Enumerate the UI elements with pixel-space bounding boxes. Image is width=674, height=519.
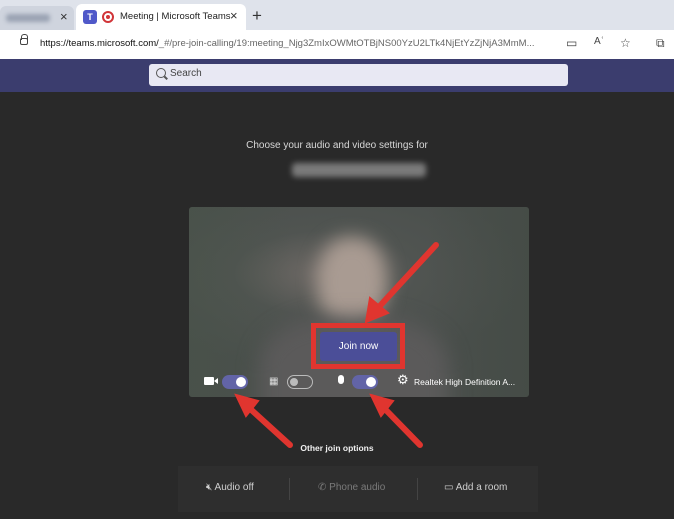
join-now-button[interactable]: Join now	[320, 332, 397, 361]
background-blur-icon: ▦	[269, 376, 279, 387]
audio-off-label: Audio off	[214, 482, 254, 493]
tab-close-icon[interactable]: ×	[60, 9, 68, 24]
collections-icon[interactable]: ⧉	[656, 36, 665, 51]
device-settings-label[interactable]: Realtek High Definition A...	[414, 377, 515, 387]
browser-tab-previous[interactable]: ×	[0, 6, 74, 30]
search-icon	[156, 68, 166, 78]
add-room-option[interactable]: ▭ Add a room	[444, 482, 507, 493]
phone-icon: ✆	[318, 482, 327, 493]
other-join-options-heading: Other join options	[300, 443, 374, 453]
camera-toggle[interactable]	[222, 375, 248, 389]
meeting-name-redacted	[292, 163, 426, 177]
device-settings-gear-icon[interactable]: ⚙	[397, 372, 409, 388]
teams-logo-icon: T	[83, 10, 97, 24]
camera-icon[interactable]: ▭	[566, 36, 577, 50]
add-room-label: Add a room	[455, 482, 508, 493]
room-icon: ▭	[444, 482, 454, 493]
tab-title: Meeting | Microsoft Teams	[120, 11, 231, 22]
url-path: _#/pre-join-calling/19:meeting_Njg3ZmIxO…	[158, 38, 535, 49]
options-divider	[417, 478, 418, 500]
address-bar[interactable]: https://teams.microsoft.com/_#/pre-join-…	[0, 30, 674, 60]
url-text[interactable]: https://teams.microsoft.com/_#/pre-join-…	[40, 38, 560, 49]
url-host: https://teams.microsoft.com/	[40, 38, 159, 49]
speaker-off-icon: 🔇︎	[206, 482, 213, 493]
options-divider	[289, 478, 290, 500]
camera-icon	[204, 377, 218, 385]
prejoin-heading: Choose your audio and video settings for	[246, 140, 428, 151]
tab-title-blurred	[6, 14, 50, 22]
phone-audio-option[interactable]: ✆ Phone audio	[318, 482, 385, 493]
video-person-head	[317, 237, 387, 327]
recording-icon	[102, 11, 114, 23]
read-aloud-icon[interactable]: Aʿ	[594, 36, 604, 47]
browser-tab-active[interactable]: T Meeting | Microsoft Teams ×	[76, 4, 246, 30]
lock-icon[interactable]	[20, 34, 28, 45]
phone-audio-label: Phone audio	[329, 482, 386, 493]
search-input[interactable]: Search	[149, 64, 568, 86]
new-tab-button[interactable]: +	[252, 6, 262, 26]
tab-close-icon[interactable]: ×	[230, 8, 238, 23]
favorites-icon[interactable]: ☆	[620, 36, 631, 50]
search-placeholder: Search	[170, 68, 202, 79]
microphone-toggle[interactable]	[352, 375, 378, 389]
audio-off-option[interactable]: 🔇︎ Audio off	[206, 482, 254, 493]
background-blur-toggle[interactable]	[287, 375, 313, 389]
microphone-icon	[338, 375, 344, 384]
